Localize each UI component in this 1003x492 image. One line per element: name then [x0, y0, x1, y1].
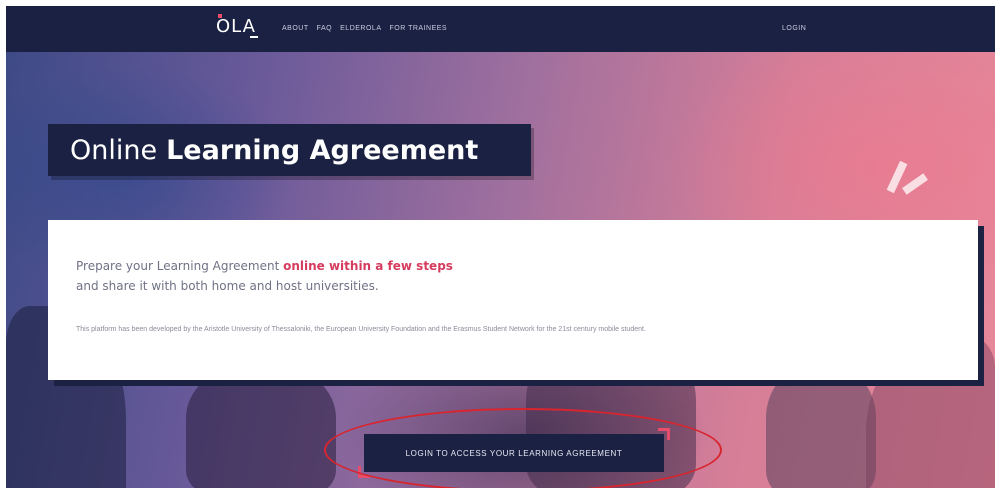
title-bold: Learning Agreement: [166, 134, 479, 166]
raised-hand: [902, 173, 928, 195]
ola-logo[interactable]: OLA: [216, 16, 256, 37]
intro-lead: Prepare your Learning Agreement online w…: [76, 256, 453, 296]
crowd-silhouette: [766, 366, 876, 488]
crowd-silhouette: [186, 366, 336, 488]
page-frame: OLA ABOUT FAQ ELDEROLA FOR TRAINEES LOGI…: [6, 6, 995, 488]
intro-card: Prepare your Learning Agreement online w…: [48, 220, 978, 380]
nav-link-faq[interactable]: FAQ: [317, 25, 333, 32]
top-navbar: OLA ABOUT FAQ ELDEROLA FOR TRAINEES LOGI…: [6, 6, 995, 52]
page-title-banner: Online Learning Agreement: [48, 124, 531, 176]
platform-credits: This platform has been developed by the …: [76, 326, 646, 333]
login-access-label: LOGIN TO ACCESS YOUR LEARNING AGREEMENT: [405, 448, 623, 458]
login-access-button[interactable]: LOGIN TO ACCESS YOUR LEARNING AGREEMENT: [358, 428, 670, 478]
corner-accent-icon: [358, 466, 370, 478]
nav-link-elderola[interactable]: ELDEROLA: [340, 25, 381, 32]
lead-prefix: Prepare your Learning Agreement: [76, 259, 284, 273]
lead-highlight: online within a few steps: [283, 259, 453, 273]
lead-line-2: and share it with both home and host uni…: [76, 279, 379, 293]
nav-links: ABOUT FAQ ELDEROLA FOR TRAINEES: [282, 25, 447, 32]
nav-link-for-trainees[interactable]: FOR TRAINEES: [390, 25, 448, 32]
logo-underline: [250, 36, 258, 38]
corner-accent-icon: [658, 428, 670, 440]
title-light: Online: [70, 134, 158, 166]
nav-link-about[interactable]: ABOUT: [282, 25, 309, 32]
nav-login-link[interactable]: LOGIN: [782, 25, 806, 32]
